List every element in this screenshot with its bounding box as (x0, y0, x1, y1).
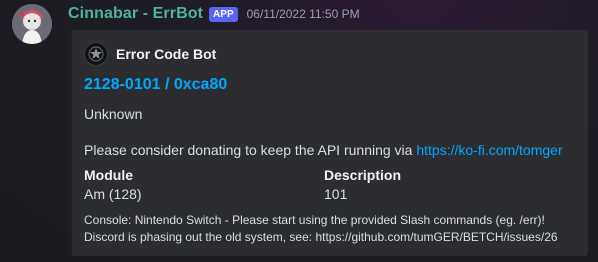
user-avatar[interactable] (12, 4, 52, 44)
embed-title-link[interactable]: 2128-0101 / 0xca80 (84, 76, 227, 94)
field-description-value: 101 (324, 186, 348, 202)
anime-character-avatar-icon (12, 4, 52, 44)
embed-description: Unknown (84, 106, 143, 122)
embed-card: Error Code Bot 2128-0101 / 0xca80 Unknow… (68, 30, 588, 256)
donate-text: Please consider donating to keep the API… (84, 142, 563, 158)
footer-line-2: Discord is phasing out the old system, s… (84, 230, 558, 244)
footer-line-1: Console: Nintendo Switch - Please start … (84, 213, 545, 227)
app-badge: APP (209, 6, 238, 22)
embed-author-name: Error Code Bot (116, 46, 217, 62)
message-header: Cinnabar - ErrBot APP 06/11/2022 11:50 P… (68, 4, 360, 24)
embed-footer: Console: Nintendo Switch - Please start … (84, 212, 558, 246)
username[interactable]: Cinnabar - ErrBot (68, 5, 203, 23)
message-timestamp: 06/11/2022 11:50 PM (246, 7, 360, 21)
bot-avatar-icon (84, 42, 108, 66)
field-description-name: Description (324, 167, 402, 183)
field-module-name: Module (84, 167, 133, 183)
chat-message: Cinnabar - ErrBot APP 06/11/2022 11:50 P… (0, 0, 598, 262)
field-module-value: Am (128) (84, 186, 142, 202)
donate-text-label: Please consider donating to keep the API… (84, 142, 417, 158)
embed-author: Error Code Bot (84, 42, 216, 66)
kofi-link[interactable]: https://ko-fi.com/tomger (416, 142, 562, 158)
